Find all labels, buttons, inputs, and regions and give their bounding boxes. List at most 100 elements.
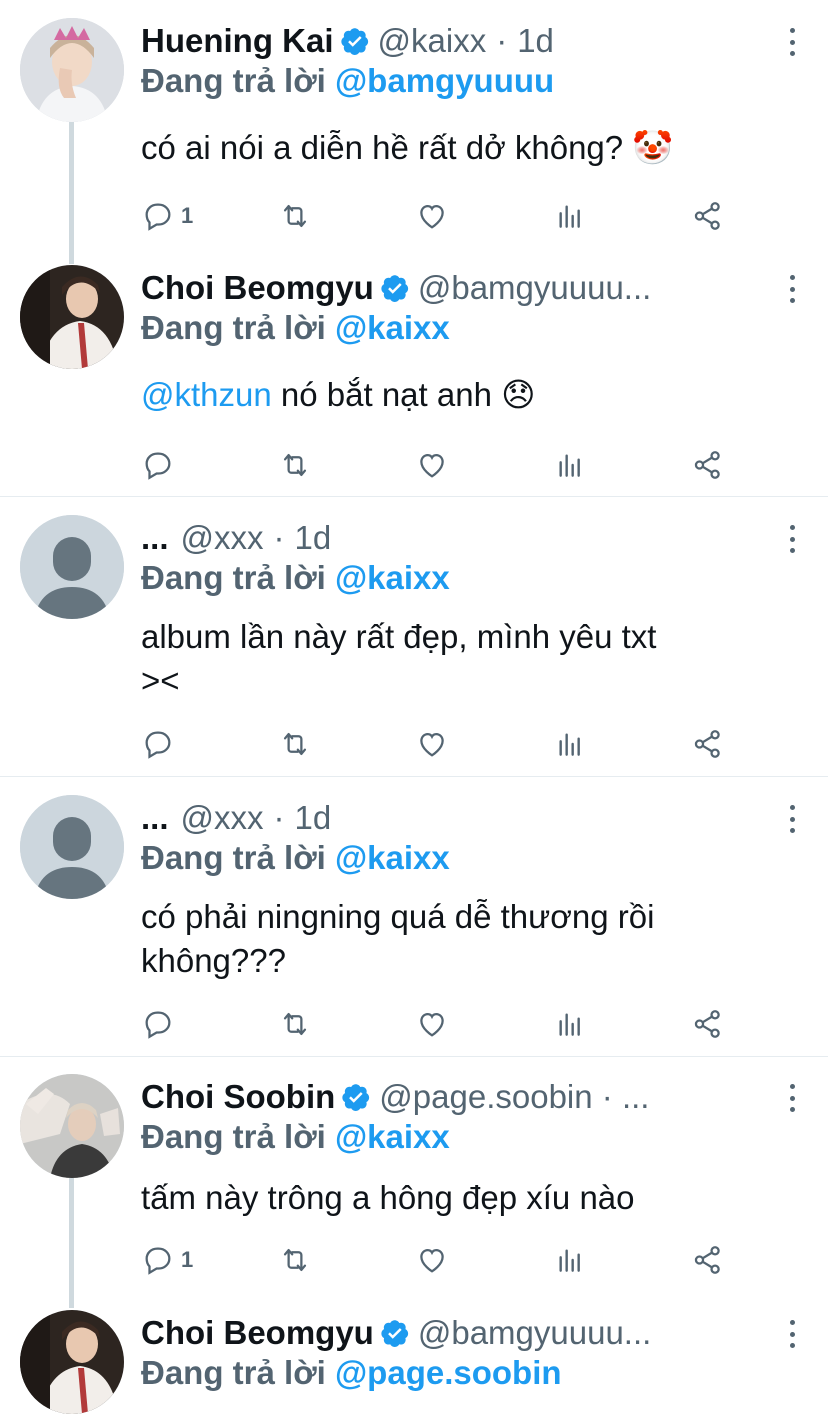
more-options-icon[interactable]: [786, 275, 798, 303]
like-button[interactable]: [415, 724, 449, 764]
tweet-text-line: không???: [141, 942, 286, 979]
more-options-icon[interactable]: [786, 1084, 798, 1112]
more-options-icon[interactable]: [786, 805, 798, 833]
retweet-icon: [283, 204, 307, 228]
analytics-button[interactable]: [554, 1240, 586, 1280]
display-name[interactable]: Huening Kai: [141, 22, 334, 60]
user-handle[interactable]: @xxx: [181, 519, 264, 557]
avatar[interactable]: [20, 18, 124, 122]
display-name[interactable]: Choi Beomgyu: [141, 269, 374, 307]
display-name[interactable]: Choi Soobin: [141, 1078, 335, 1116]
disappointed-emoji: 😞: [501, 376, 536, 413]
retweet-button[interactable]: [277, 1240, 313, 1280]
more-options-icon[interactable]: [786, 28, 798, 56]
more-options-icon[interactable]: [786, 525, 798, 553]
replying-to-mention[interactable]: @bamgyuuuu: [335, 62, 554, 99]
analytics-button[interactable]: [554, 1004, 586, 1044]
tweet-header: ... @xxx · 1d: [141, 795, 331, 841]
user-handle[interactable]: @bamgyuuuu...: [418, 269, 651, 307]
like-button[interactable]: [415, 1004, 449, 1044]
divider: [0, 1056, 828, 1057]
display-name[interactable]: Choi Beomgyu: [141, 1314, 374, 1352]
retweet-button[interactable]: [277, 724, 313, 764]
reply-button[interactable]: [141, 724, 175, 764]
like-button[interactable]: [415, 445, 449, 485]
tweet[interactable]: Choi Beomgyu @bamgyuuuu... Đang trả lời …: [0, 1310, 828, 1414]
verified-badge-icon: [380, 1318, 410, 1348]
reply-icon: [145, 203, 171, 231]
analytics-icon: [559, 454, 580, 477]
tweet-header: Choi Soobin @page.soobin · ...: [141, 1074, 766, 1120]
action-bar: 1: [141, 196, 741, 236]
tweet[interactable]: Choi Beomgyu @bamgyuuuu... Đang trả lời …: [0, 265, 828, 495]
replying-to-label: Đang trả lời: [141, 1118, 326, 1155]
share-button[interactable]: [691, 1240, 725, 1280]
tweet[interactable]: Choi Soobin @page.soobin · ... Đang trả …: [0, 1074, 828, 1304]
share-button[interactable]: [691, 196, 725, 236]
share-button[interactable]: [691, 1004, 725, 1044]
reply-button[interactable]: 1: [141, 196, 193, 236]
analytics-button[interactable]: [554, 196, 586, 236]
reply-icon: [145, 1247, 171, 1275]
display-name[interactable]: ...: [141, 799, 169, 837]
replying-to-label: Đang trả lời: [141, 62, 326, 99]
default-avatar-icon[interactable]: [20, 515, 124, 619]
tweet[interactable]: Huening Kai @kaixx · 1d Đang trả lời @ba…: [0, 18, 828, 248]
analytics-icon: [559, 1013, 580, 1036]
heart-icon: [420, 1248, 444, 1273]
reply-button[interactable]: [141, 1004, 175, 1044]
tweet-text-body: có ai nói a diễn hề rất dở không?: [141, 129, 624, 166]
user-handle[interactable]: @xxx: [181, 799, 264, 837]
separator-dot: ·: [273, 519, 285, 556]
tweet-mention-link[interactable]: @kthzun: [141, 376, 272, 413]
reply-button[interactable]: [141, 445, 181, 485]
reply-button[interactable]: 1: [141, 1240, 193, 1280]
divider: [0, 776, 828, 777]
timestamp[interactable]: 1d: [517, 22, 554, 60]
replying-to-mention[interactable]: @kaixx: [335, 1118, 450, 1155]
replying-to-mention[interactable]: @page.soobin: [335, 1354, 562, 1391]
user-handle[interactable]: @kaixx: [378, 22, 487, 60]
user-handle[interactable]: @bamgyuuuu...: [418, 1314, 651, 1352]
analytics-icon: [559, 205, 580, 228]
timestamp[interactable]: 1d: [295, 799, 332, 837]
retweet-button[interactable]: [277, 196, 313, 236]
replying-to: Đang trả lời @kaixx: [141, 309, 450, 347]
tweet-text: album lần này rất đẹp, mình yêu txt ><: [141, 615, 801, 703]
heart-icon: [420, 1012, 444, 1037]
clown-emoji: 🤡: [632, 129, 674, 166]
avatar[interactable]: [20, 1310, 124, 1414]
replying-to-label: Đang trả lời: [141, 559, 326, 596]
replying-to-mention[interactable]: @kaixx: [335, 309, 450, 346]
avatar[interactable]: [20, 1074, 124, 1178]
reply-icon: [145, 452, 171, 480]
more-options-icon[interactable]: [786, 1320, 798, 1348]
replying-to-mention[interactable]: @kaixx: [335, 559, 450, 596]
analytics-button[interactable]: [554, 445, 586, 485]
retweet-button[interactable]: [277, 1004, 313, 1044]
user-handle[interactable]: @page.soobin · ...: [379, 1078, 649, 1116]
heart-icon: [420, 732, 444, 757]
tweet[interactable]: ... @xxx · 1d Đang trả lời @kaixx album …: [0, 515, 828, 775]
tweet-header: ... @xxx · 1d: [141, 515, 331, 561]
share-button[interactable]: [691, 445, 725, 485]
analytics-button[interactable]: [554, 724, 586, 764]
analytics-icon: [559, 1249, 580, 1272]
retweet-button[interactable]: [277, 445, 313, 485]
like-button[interactable]: [415, 1240, 449, 1280]
share-icon: [694, 1246, 720, 1274]
display-name[interactable]: ...: [141, 519, 169, 557]
separator-dot: ·: [273, 799, 285, 836]
tweet-text-line: album lần này rất đẹp, mình yêu txt: [141, 618, 657, 655]
share-button[interactable]: [691, 724, 725, 764]
retweet-icon: [283, 732, 307, 756]
default-avatar-icon[interactable]: [20, 795, 124, 899]
replying-to-mention[interactable]: @kaixx: [335, 839, 450, 876]
like-button[interactable]: [415, 196, 449, 236]
timestamp[interactable]: 1d: [295, 519, 332, 557]
action-bar: [141, 445, 741, 485]
verified-badge-icon: [340, 26, 370, 56]
tweet[interactable]: ... @xxx · 1d Đang trả lời @kaixx có phả…: [0, 795, 828, 1055]
avatar[interactable]: [20, 265, 124, 369]
action-bar: 1: [141, 1240, 741, 1280]
